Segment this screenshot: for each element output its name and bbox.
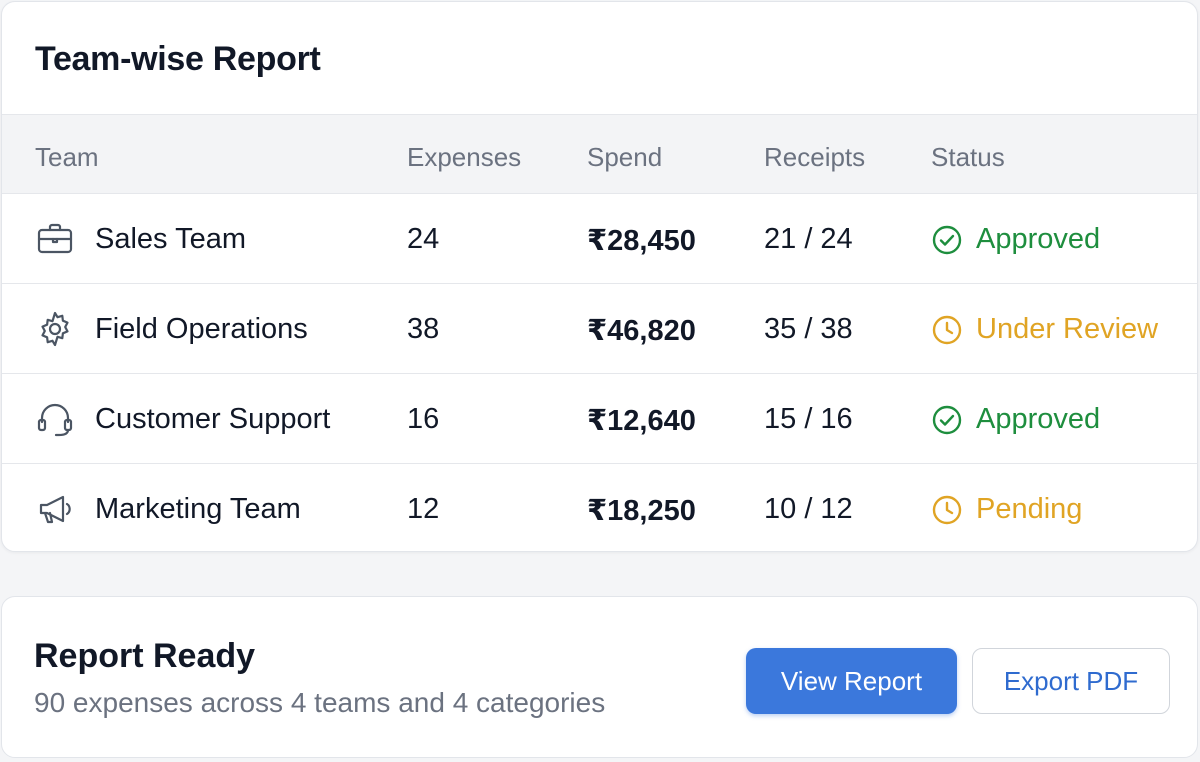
expense-count: 38	[407, 313, 440, 345]
megaphone-icon	[35, 489, 75, 529]
spend-amount: ₹28,450	[587, 225, 696, 257]
team-name: Field Operations	[95, 313, 308, 345]
spend-amount: ₹46,820	[587, 315, 696, 347]
receipts-count: 35 / 38	[764, 313, 853, 345]
expense-count: 24	[407, 223, 440, 255]
view-report-button[interactable]: View Report	[746, 648, 957, 714]
report-ready-panel: Report Ready 90 expenses across 4 teams …	[1, 596, 1198, 758]
team-name: Marketing Team	[95, 493, 301, 525]
column-header-spend: Spend	[587, 142, 663, 172]
team-name: Sales Team	[95, 223, 246, 255]
check-circle-icon	[931, 224, 963, 256]
status-badge: Approved	[976, 403, 1101, 435]
footer-subtitle: 90 expenses across 4 teams and 4 categor…	[34, 687, 606, 718]
spend-amount: ₹18,250	[587, 495, 696, 527]
team-name: Customer Support	[95, 403, 331, 435]
gear-icon	[35, 309, 75, 349]
table-row[interactable]: Customer Support 16 ₹12,640 15 / 16 Approved	[2, 374, 1197, 464]
column-header-team: Team	[35, 142, 99, 172]
status-badge: Approved	[976, 223, 1101, 255]
table-row[interactable]: Marketing Team 12 ₹18,250 10 / 12 Pending	[2, 464, 1197, 551]
status-badge: Pending	[976, 493, 1083, 525]
expense-count: 16	[407, 403, 440, 435]
table-header: Team Expenses Spend Receipts Status	[2, 114, 1197, 194]
status-badge: Under Review	[976, 313, 1159, 345]
briefcase-icon	[35, 219, 75, 259]
receipts-count: 10 / 12	[764, 493, 853, 525]
team-report-card: Team-wise Report Team Expenses Spend Rec…	[1, 1, 1198, 552]
spend-amount: ₹12,640	[587, 405, 696, 437]
footer-title: Report Ready	[34, 637, 256, 675]
clock-icon	[931, 494, 963, 526]
card-title: Team-wise Report	[35, 40, 321, 78]
column-header-receipts: Receipts	[764, 142, 866, 172]
headset-icon	[35, 399, 75, 439]
check-circle-icon	[931, 404, 963, 436]
receipts-count: 15 / 16	[764, 403, 853, 435]
receipts-count: 21 / 24	[764, 223, 853, 255]
expense-count: 12	[407, 493, 440, 525]
export-pdf-button[interactable]: Export PDF	[972, 648, 1170, 714]
clock-icon	[931, 314, 963, 346]
table-row[interactable]: Sales Team 24 ₹28,450 21 / 24 Approved	[2, 194, 1197, 284]
column-header-status: Status	[931, 142, 1005, 172]
column-header-expenses: Expenses	[407, 142, 522, 172]
table-row[interactable]: Field Operations 38 ₹46,820 35 / 38 Under Re…	[2, 284, 1197, 374]
